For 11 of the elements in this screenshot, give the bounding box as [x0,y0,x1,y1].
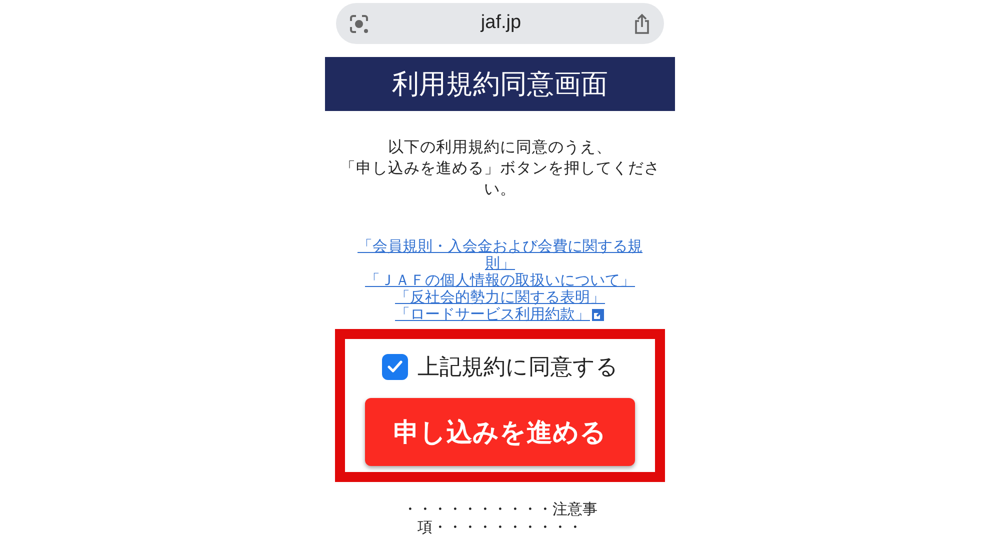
url-text: jaf.jp [480,11,522,36]
page-title: 利用規約同意画面 [392,68,608,101]
external-link-icon [591,308,605,322]
submit-button[interactable]: 申し込みを進める [365,398,635,466]
instruction-text: 以下の利用規約に同意のうえ、 [387,138,613,158]
check-icon [386,358,404,376]
agree-checkbox[interactable]: 上記規約に同意する [382,350,618,383]
notice-heading: ・・・・・・・・・・注意事項・・・・・・・・・・ [402,501,598,537]
instruction-text: 「申し込みを進める」ボタンを押してください。 [339,159,661,200]
camera-search-icon[interactable] [348,12,370,34]
address-bar[interactable]: jaf.jp [336,3,664,44]
